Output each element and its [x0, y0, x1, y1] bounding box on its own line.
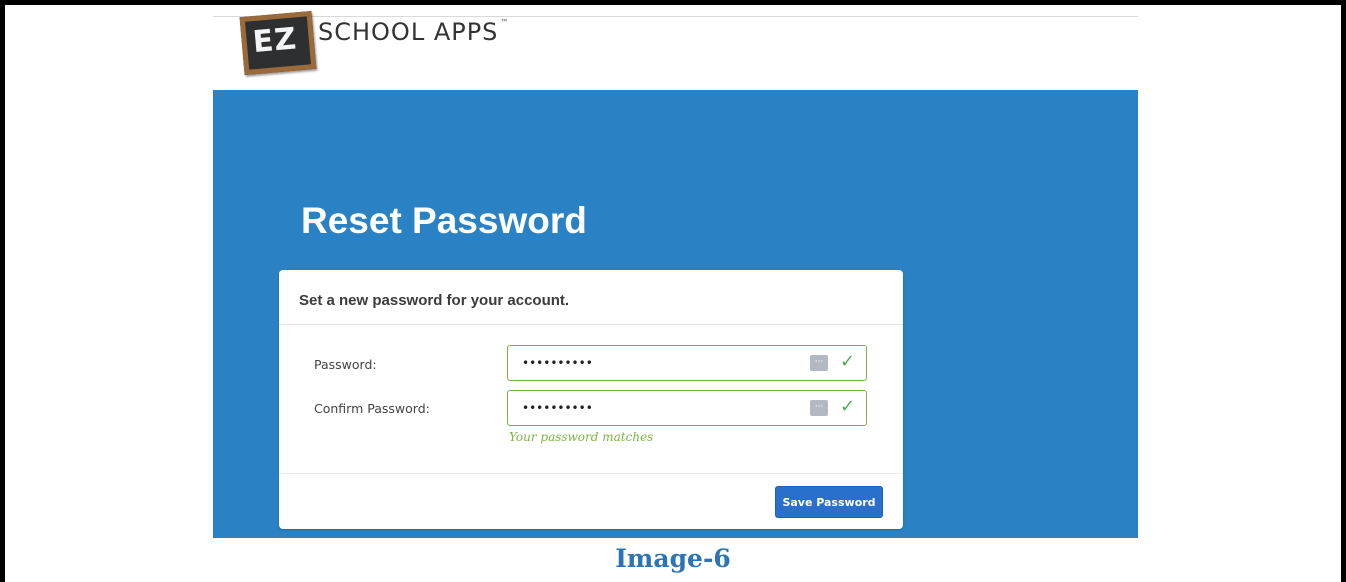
checkmark-icon: ✓: [840, 396, 856, 417]
panel-heading: Set a new password for your account.: [299, 292, 570, 309]
panel-header: Set a new password for your account.: [279, 270, 903, 325]
logo-name: SCHOOL APPS: [318, 18, 499, 46]
password-field[interactable]: •••••••••• ··· ✓: [507, 345, 867, 381]
panel-footer-divider: [279, 473, 903, 474]
confirm-password-label: Confirm Password:: [314, 401, 430, 416]
logo-text: SCHOOL APPS ™: [318, 18, 509, 46]
password-manager-icon[interactable]: ···: [810, 355, 828, 371]
chalkboard-logo-icon: EZ: [239, 10, 317, 76]
trademark-symbol: ™: [500, 18, 510, 27]
reset-password-panel: Set a new password for your account. Pas…: [279, 270, 903, 529]
image-caption: Image-6: [615, 544, 731, 573]
confirm-password-field[interactable]: •••••••••• ··· ✓: [507, 390, 867, 426]
checkmark-icon: ✓: [840, 351, 856, 372]
password-match-message: Your password matches: [509, 430, 654, 444]
hero-section: Reset Password Set a new password for yo…: [213, 90, 1138, 538]
password-value: ••••••••••: [522, 356, 593, 370]
page-title: Reset Password: [301, 200, 587, 241]
confirm-password-value: ••••••••••: [522, 401, 593, 415]
password-manager-icon[interactable]: ···: [810, 400, 828, 416]
logo-mark: EZ: [251, 21, 299, 61]
password-label: Password:: [314, 357, 377, 372]
ez-school-apps-logo: EZ SCHOOL APPS ™: [239, 10, 572, 76]
save-password-button[interactable]: Save Password: [775, 486, 883, 518]
